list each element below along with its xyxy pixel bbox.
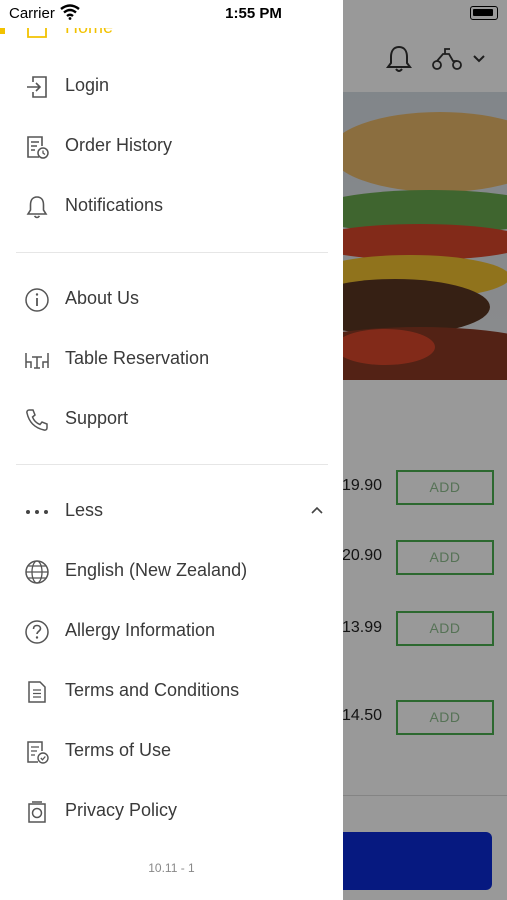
drawer-item-login[interactable]: Login	[0, 62, 343, 110]
drawer-item-table-reservation[interactable]: Table Reservation	[0, 335, 343, 383]
globe-icon	[25, 560, 49, 584]
chevron-up-icon	[311, 506, 323, 514]
drawer-item-support[interactable]: Support	[0, 395, 343, 443]
drawer-item-label: About Us	[65, 288, 140, 308]
drawer-item-less[interactable]: Less	[0, 487, 343, 535]
drawer-item-about-us[interactable]: About Us	[0, 275, 343, 323]
drawer-item-terms-of-use[interactable]: Terms of Use	[0, 727, 343, 775]
drawer-item-label: Login	[65, 75, 110, 95]
status-time: 1:55 PM	[225, 5, 282, 22]
drawer-item-terms-and-conditions[interactable]: Terms and Conditions	[0, 667, 343, 715]
login-icon	[27, 76, 47, 98]
divider	[16, 252, 328, 253]
drawer-item-label: Table Reservation	[65, 348, 210, 368]
document-icon	[28, 681, 46, 703]
table-icon	[25, 353, 49, 369]
drawer-item-label: Allergy Information	[65, 620, 216, 640]
app-version: 10.11 - 1	[148, 861, 195, 875]
drawer-item-label: Support	[65, 408, 129, 428]
drawer-item-language[interactable]: English (New Zealand)	[0, 547, 343, 595]
order-history-icon	[27, 136, 49, 159]
drawer-item-label: Notifications	[65, 195, 164, 215]
privacy-icon	[28, 801, 46, 823]
side-drawer: Carrier 1:55 PM Home Login Order His	[0, 0, 343, 900]
drawer-item-label: Privacy Policy	[65, 800, 178, 820]
drawer-item-label: Terms and Conditions	[65, 680, 240, 700]
more-dots-icon	[26, 510, 48, 514]
drawer-item-order-history[interactable]: Order History	[0, 122, 343, 170]
document-check-icon	[27, 741, 49, 764]
drawer-item-allergy-information[interactable]: Allergy Information	[0, 607, 343, 655]
phone-icon	[26, 409, 48, 431]
drawer-item-notifications[interactable]: Notifications	[0, 182, 343, 230]
drawer-item-label: English (New Zealand)	[65, 560, 248, 580]
drawer-item-label: Terms of Use	[65, 740, 172, 760]
divider	[16, 464, 328, 465]
drawer-item-privacy-policy[interactable]: Privacy Policy	[0, 787, 343, 835]
info-icon	[25, 288, 49, 312]
question-icon	[25, 620, 49, 644]
bell-icon	[26, 196, 48, 219]
drawer-item-label: Less	[65, 500, 104, 520]
drawer-item-label: Order History	[65, 135, 173, 155]
